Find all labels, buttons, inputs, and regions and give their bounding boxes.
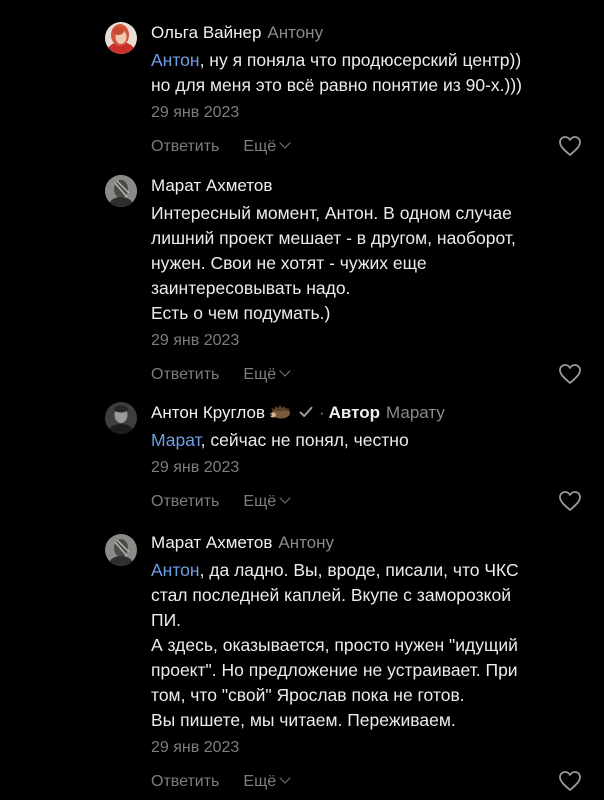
author-name[interactable]: Марат Ахметов: [151, 176, 272, 195]
comment-actions: Ответить Ещё: [151, 771, 604, 795]
heart-icon[interactable]: [558, 135, 582, 157]
heart-icon[interactable]: [558, 490, 582, 512]
reply-button[interactable]: Ответить: [151, 493, 219, 510]
author-name[interactable]: Антон Круглов: [151, 403, 265, 422]
comment-text: Антон, ну я поняла что продюсерский цент…: [151, 48, 591, 98]
mention-link[interactable]: Антон: [151, 560, 200, 580]
comment-date: 29 янв 2023: [151, 332, 240, 349]
chevron-down-icon: [279, 772, 291, 784]
avatar[interactable]: [105, 402, 137, 434]
reply-button[interactable]: Ответить: [151, 773, 219, 790]
checkmark-icon: [299, 406, 313, 417]
chevron-down-icon: [279, 492, 291, 504]
more-button[interactable]: Ещё: [243, 137, 291, 155]
heart-icon[interactable]: [558, 770, 582, 792]
reply-to-label[interactable]: Марату: [386, 403, 445, 422]
avatar[interactable]: [105, 175, 137, 207]
more-label: Ещё: [243, 773, 277, 790]
more-button[interactable]: Ещё: [243, 492, 291, 510]
chevron-down-icon: [279, 137, 291, 149]
comment-date: 29 янв 2023: [151, 104, 240, 121]
comment-text: Интересный момент, Антон. В одном случае…: [151, 201, 591, 326]
reply-button[interactable]: Ответить: [151, 366, 219, 383]
more-label: Ещё: [243, 493, 277, 510]
author-name[interactable]: Ольга Вайнер: [151, 23, 261, 42]
reply-button[interactable]: Ответить: [151, 138, 219, 155]
comment-date: 29 янв 2023: [151, 459, 240, 476]
comment-date: 29 янв 2023: [151, 739, 240, 756]
avatar[interactable]: [105, 534, 137, 566]
reply-to-label[interactable]: Антону: [278, 533, 334, 552]
comment-body: , да ладно. Вы, вроде, писали, что ЧКС с…: [151, 560, 519, 730]
author-name[interactable]: Марат Ахметов: [151, 533, 272, 552]
comment-body: , сейчас не понял, честно: [200, 430, 409, 450]
hedgehog-emoji-icon: [269, 405, 290, 419]
comment-actions: Ответить Ещё: [151, 136, 604, 160]
heart-icon[interactable]: [558, 363, 582, 385]
comment-text: Марат, сейчас не понял, честно: [151, 428, 591, 453]
badge-separator: ·: [318, 403, 325, 422]
more-button[interactable]: Ещё: [243, 772, 291, 790]
comment-body: , ну я поняла что продюсерский центр)) н…: [151, 50, 522, 95]
mention-link[interactable]: Антон: [151, 50, 200, 70]
comment-actions: Ответить Ещё: [151, 364, 604, 388]
reply-to-label[interactable]: Антону: [267, 23, 323, 42]
mention-link[interactable]: Марат: [151, 430, 201, 450]
comment-body: Интересный момент, Антон. В одном случае…: [151, 203, 516, 323]
author-badge: Автор: [328, 403, 381, 422]
more-button[interactable]: Ещё: [243, 365, 291, 383]
more-label: Ещё: [243, 138, 277, 155]
comment-actions: Ответить Ещё: [151, 491, 604, 515]
more-label: Ещё: [243, 366, 277, 383]
comment-text: Антон, да ладно. Вы, вроде, писали, что …: [151, 558, 591, 733]
chevron-down-icon: [279, 365, 291, 377]
avatar[interactable]: [105, 22, 137, 54]
